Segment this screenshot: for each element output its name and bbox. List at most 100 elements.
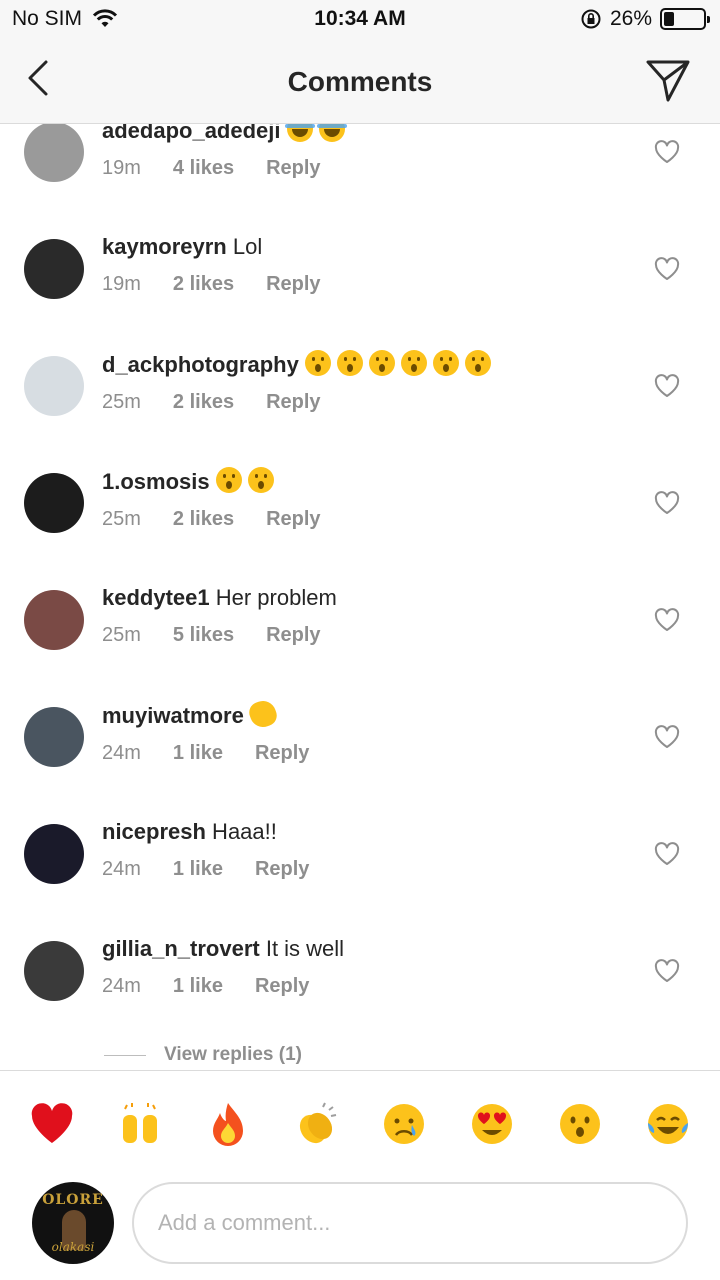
comment-username[interactable]: adedapo_adedeji bbox=[102, 124, 281, 143]
status-right: 26% bbox=[580, 7, 710, 31]
comment-username[interactable]: 1.osmosis bbox=[102, 469, 210, 494]
avatar-logo-text: OLORE bbox=[42, 1192, 104, 1208]
comment-body: gillia_n_trovert It is well 24m 1 like Repl… bbox=[102, 935, 622, 998]
view-replies-label: View replies (1) bbox=[164, 1044, 302, 1065]
quick-reaction-bar bbox=[0, 1070, 720, 1175]
comment-row: kaymoreyrn Lol 19m 2 likes Reply bbox=[0, 229, 720, 346]
reply-button[interactable]: Reply bbox=[255, 975, 309, 998]
avatar[interactable] bbox=[24, 239, 84, 299]
like-heart-icon[interactable] bbox=[654, 374, 680, 398]
reply-button[interactable]: Reply bbox=[266, 273, 320, 296]
fire-reaction-icon[interactable] bbox=[205, 1101, 251, 1147]
like-heart-icon[interactable] bbox=[654, 608, 680, 632]
comment-username[interactable]: gillia_n_trovert bbox=[102, 936, 260, 961]
comment-text: Lol bbox=[226, 234, 263, 259]
face-with-tears-of-joy-reaction-icon[interactable] bbox=[645, 1101, 691, 1147]
comment-line: d_ackphotography bbox=[102, 350, 622, 379]
comment-meta: 24m 1 like Reply bbox=[102, 858, 622, 881]
comment-line: nicepresh Haaa!! bbox=[102, 818, 622, 846]
clapping-hands-emoji-icon bbox=[246, 697, 280, 731]
red-heart-reaction-icon[interactable] bbox=[29, 1101, 75, 1147]
comment-username[interactable]: keddytee1 bbox=[102, 585, 210, 610]
like-heart-icon[interactable] bbox=[654, 725, 680, 749]
like-heart-icon[interactable] bbox=[654, 140, 680, 164]
reply-button[interactable]: Reply bbox=[266, 508, 320, 531]
comment-likes[interactable]: 1 like bbox=[173, 975, 223, 998]
comment-meta: 24m 1 like Reply bbox=[102, 975, 622, 998]
comment-body: kaymoreyrn Lol 19m 2 likes Reply bbox=[102, 233, 622, 296]
comment-likes[interactable]: 2 likes bbox=[173, 273, 234, 296]
crying-face-reaction-icon[interactable] bbox=[381, 1101, 427, 1147]
comment-list[interactable]: adedapo_adedeji 19m 4 likes Reply kaymoreyrn… bbox=[0, 124, 720, 1070]
reply-button[interactable]: Reply bbox=[266, 391, 320, 414]
send-direct-icon[interactable] bbox=[644, 56, 692, 104]
hushed-face-emoji-icon bbox=[336, 350, 363, 376]
comment-likes[interactable]: 2 likes bbox=[173, 391, 234, 414]
avatar[interactable] bbox=[24, 124, 84, 182]
battery-percent: 26% bbox=[609, 7, 652, 30]
comment-time: 24m bbox=[102, 975, 141, 997]
heart-eyes-reaction-icon[interactable] bbox=[469, 1101, 515, 1147]
comment-input[interactable] bbox=[132, 1182, 688, 1264]
comment-time: 24m bbox=[102, 858, 141, 880]
comment-time: 25m bbox=[102, 624, 141, 646]
comment-time: 25m bbox=[102, 508, 141, 530]
comment-likes[interactable]: 1 like bbox=[173, 742, 223, 765]
comment-row: keddytee1 Her problem 25m 5 likes Reply bbox=[0, 580, 720, 697]
avatar[interactable]: OLORE olakasi bbox=[32, 1182, 114, 1264]
reply-button[interactable]: Reply bbox=[266, 157, 320, 180]
clapping-hands-reaction-icon[interactable] bbox=[293, 1101, 339, 1147]
page-title: Comments bbox=[287, 66, 433, 97]
comment-meta: 24m 1 like Reply bbox=[102, 742, 622, 765]
like-heart-icon[interactable] bbox=[654, 959, 680, 983]
comment-body: muyiwatmore 24m 1 like Reply bbox=[102, 697, 622, 765]
hushed-face-emoji-icon bbox=[464, 350, 491, 376]
hushed-face-emoji-icon bbox=[368, 350, 395, 376]
face-with-tears-of-joy-emoji-icon bbox=[284, 124, 315, 142]
comment-likes[interactable]: 4 likes bbox=[173, 157, 234, 180]
comment-line: gillia_n_trovert It is well bbox=[102, 935, 622, 963]
comment-meta: 25m 5 likes Reply bbox=[102, 624, 622, 647]
comment-meta: 25m 2 likes Reply bbox=[102, 508, 622, 531]
avatar[interactable] bbox=[24, 356, 84, 416]
avatar[interactable] bbox=[24, 473, 84, 533]
avatar[interactable] bbox=[24, 590, 84, 650]
comment-likes[interactable]: 1 like bbox=[173, 858, 223, 881]
raising-hands-reaction-icon[interactable] bbox=[117, 1101, 163, 1147]
like-heart-icon[interactable] bbox=[654, 491, 680, 515]
back-chevron-icon[interactable] bbox=[20, 58, 60, 98]
face-with-tears-of-joy-emoji-icon bbox=[316, 124, 347, 142]
comment-line: kaymoreyrn Lol bbox=[102, 233, 622, 261]
avatar[interactable] bbox=[24, 941, 84, 1001]
reply-button[interactable]: Reply bbox=[255, 742, 309, 765]
comment-username[interactable]: nicepresh bbox=[102, 819, 206, 844]
avatar[interactable] bbox=[24, 824, 84, 884]
comment-likes[interactable]: 2 likes bbox=[173, 508, 234, 531]
hushed-face-emoji-icon bbox=[215, 467, 242, 493]
comment-body: keddytee1 Her problem 25m 5 likes Reply bbox=[102, 584, 622, 647]
reply-button[interactable]: Reply bbox=[255, 858, 309, 881]
comment-meta: 19m 2 likes Reply bbox=[102, 273, 622, 296]
reply-button[interactable]: Reply bbox=[266, 624, 320, 647]
comment-line: 1.osmosis bbox=[102, 467, 622, 496]
view-replies-button[interactable]: View replies (1) bbox=[104, 1044, 302, 1066]
comment-likes[interactable]: 5 likes bbox=[173, 624, 234, 647]
comment-username[interactable]: d_ackphotography bbox=[102, 352, 299, 377]
comment-username[interactable]: muyiwatmore bbox=[102, 703, 244, 728]
like-heart-icon[interactable] bbox=[654, 842, 680, 866]
comment-row: muyiwatmore 24m 1 like Reply bbox=[0, 697, 720, 814]
comment-username[interactable]: kaymoreyrn bbox=[102, 234, 227, 259]
comment-text: It is well bbox=[259, 936, 345, 961]
comment-row: d_ackphotography 25m 2 likes Reply bbox=[0, 346, 720, 463]
hushed-face-emoji-icon bbox=[304, 350, 331, 376]
comment-composer: OLORE olakasi bbox=[0, 1175, 720, 1280]
comment-body: adedapo_adedeji 19m 4 likes Reply bbox=[102, 124, 622, 180]
comment-body: d_ackphotography 25m 2 likes Reply bbox=[102, 350, 622, 414]
hushed-face-emoji-icon bbox=[432, 350, 459, 376]
comment-line: adedapo_adedeji bbox=[102, 124, 622, 145]
avatar[interactable] bbox=[24, 707, 84, 767]
comment-meta: 19m 4 likes Reply bbox=[102, 157, 622, 180]
comment-row: adedapo_adedeji 19m 4 likes Reply bbox=[0, 124, 720, 229]
like-heart-icon[interactable] bbox=[654, 257, 680, 281]
hushed-face-reaction-icon[interactable] bbox=[557, 1101, 603, 1147]
